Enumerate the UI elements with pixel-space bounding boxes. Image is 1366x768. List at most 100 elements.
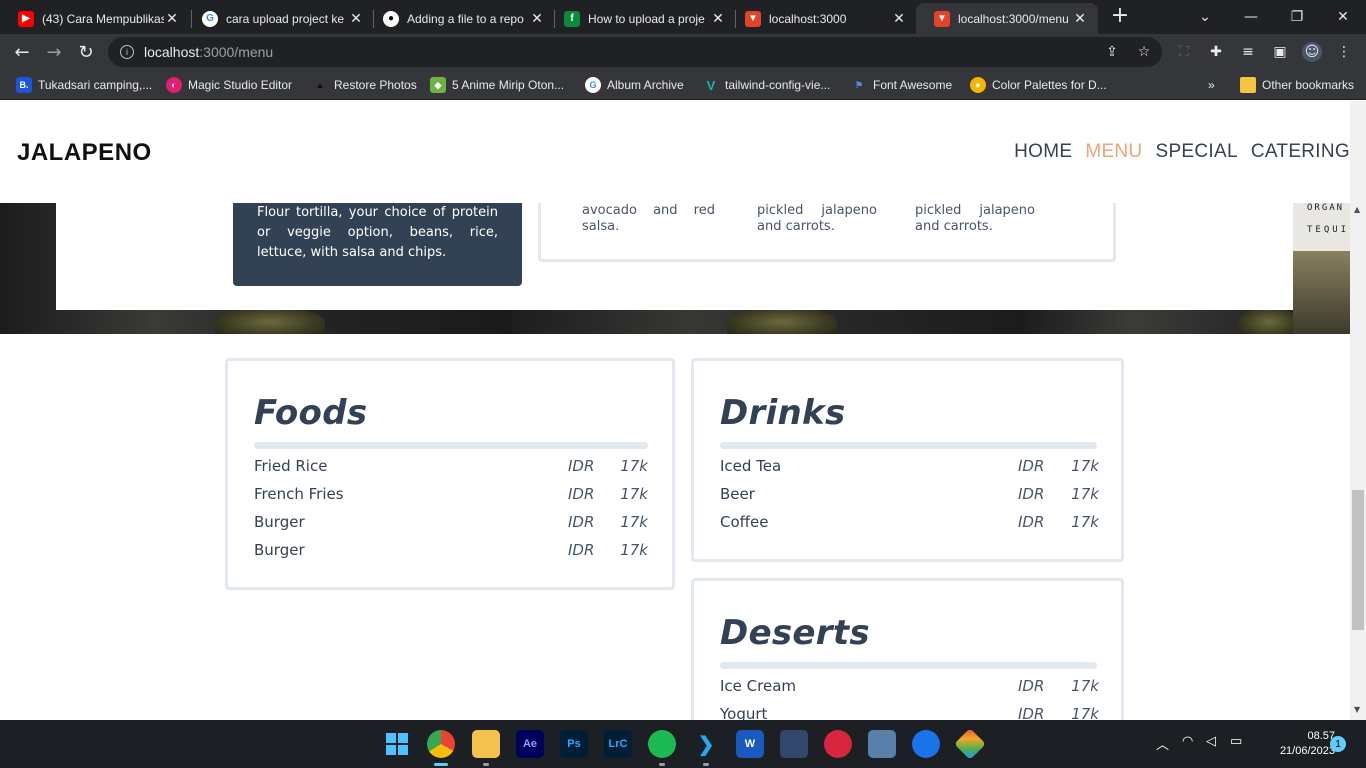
notification-badge[interactable]: 1 [1330, 736, 1346, 752]
browser-tab[interactable]: G cara upload project ke ✕ [184, 3, 374, 34]
browser-tab[interactable]: ● Adding a file to a repo ✕ [365, 3, 555, 34]
nav-link-menu[interactable]: MENU [1085, 141, 1142, 163]
bookmark-item[interactable]: V tailwind-config-vie... [703, 76, 831, 94]
gitlab-fox-icon: ▼ [745, 10, 761, 27]
close-window-button[interactable]: ✕ [1320, 0, 1366, 34]
page-viewport: ORGAN TEQUI Flour tortilla, your choice … [0, 101, 1350, 720]
site-info-icon[interactable]: i [120, 45, 134, 59]
address-bar[interactable]: i localhost:3000/menu [108, 37, 1162, 67]
menu-item-row: Iced Tea IDR 17k [720, 457, 1099, 479]
bookmark-item[interactable]: G Album Archive [585, 76, 684, 94]
menu-card-drinks: Drinks Iced Tea IDR 17k Beer IDR 17k Cof… [691, 358, 1124, 562]
bookmark-item[interactable]: ⚑ Font Awesome [851, 76, 952, 94]
chrome-menu-icon[interactable]: ⋮ [1334, 42, 1354, 62]
git-icon[interactable] [954, 728, 986, 760]
scrollbar-thumb[interactable] [1352, 490, 1364, 630]
folder-icon [1240, 77, 1256, 93]
browser-tab[interactable]: ▶ (43) Cara Mempublikasi ✕ [0, 3, 190, 34]
bookmark-label: Color Palettes for D... [992, 78, 1107, 92]
special-wrap-card: Flour tortilla, your choice of protein o… [233, 203, 522, 286]
bookmark-item[interactable]: ▲ Restore Photos [312, 76, 417, 94]
battery-icon[interactable]: ▭ [1230, 734, 1242, 749]
new-tab-button[interactable]: + [1108, 5, 1132, 29]
site-header: JALAPENO HOME MENU SPECIAL CATERING [0, 101, 1350, 203]
bookmark-label: Album Archive [607, 78, 684, 92]
chrome-icon[interactable] [427, 730, 455, 766]
nav-link-catering[interactable]: CATERING [1251, 141, 1350, 163]
menu-item-name: Ice Cream [720, 677, 797, 695]
side-panel-icon[interactable]: ▣ [1270, 42, 1290, 62]
special-combo-card: avocado and red salsa. pickled jalapeno … [538, 203, 1116, 262]
bookmark-label: Font Awesome [873, 78, 953, 92]
bookmark-star-icon[interactable]: ☆ [1134, 42, 1154, 62]
bookmark-label: 5 Anime Mirip Oton... [452, 78, 565, 92]
menu-item-name: Burger [254, 513, 305, 531]
after-effects-icon[interactable]: Ae [516, 730, 544, 758]
browser-tab[interactable]: ▼ localhost:3000 ✕ [727, 3, 917, 34]
browser-tab-bar: ▶ (43) Cara Mempublikasi ✕ G cara upload… [0, 0, 1366, 34]
back-arrow-icon[interactable]: ← [8, 38, 36, 66]
menu-item-price: 17k [620, 513, 648, 531]
red-circle-app-icon[interactable] [824, 730, 852, 758]
page-scrollbar[interactable]: ▲ ▼ [1350, 101, 1366, 720]
tab-title: (43) Cara Mempublikasi [42, 11, 164, 26]
wifi-icon[interactable]: ◠ [1182, 734, 1193, 749]
tab-search-icon[interactable]: ⌄ [1182, 0, 1228, 34]
browser-tab-active[interactable]: ▼ localhost:3000/menu ✕ [916, 3, 1098, 34]
tab-title: localhost:3000/menu [958, 11, 1069, 26]
bookmarks-bar: B. Tukadsari camping,... ◐ Magic Studio … [0, 70, 1366, 100]
share-icon[interactable]: ⇪ [1102, 42, 1122, 62]
volume-icon[interactable]: ◁ [1206, 734, 1216, 749]
scroll-down-icon[interactable]: ▼ [1354, 705, 1360, 714]
menu-item-row: Fried Rice IDR 17k [254, 457, 648, 479]
minimize-button[interactable]: — [1228, 0, 1274, 34]
menu-item-currency: IDR [568, 541, 595, 559]
extensions-puzzle-icon[interactable]: ✚ [1206, 42, 1226, 62]
bookmarks-overflow-button[interactable]: » [1208, 76, 1215, 94]
menu-item-row: Coffee IDR 17k [720, 513, 1099, 535]
site-logo[interactable]: JALAPENO [17, 139, 152, 167]
nav-link-special[interactable]: SPECIAL [1155, 141, 1237, 163]
flag-icon: ⚑ [854, 79, 864, 90]
windows-start-icon[interactable] [383, 730, 411, 758]
maps-pin-icon[interactable] [912, 730, 940, 758]
menu-item-price: 17k [620, 457, 648, 475]
close-tab-icon[interactable]: ✕ [891, 10, 907, 27]
taskbar-clock[interactable]: 08.57 21/06/2023 [1255, 729, 1335, 759]
vscode-icon[interactable]: ❯ [692, 730, 720, 766]
google-icon: G [202, 10, 218, 27]
spotify-icon[interactable] [648, 730, 676, 766]
restore-button[interactable]: ❐ [1274, 0, 1320, 34]
nav-link-home[interactable]: HOME [1014, 141, 1072, 163]
media-queue-icon[interactable]: ≡ [1238, 42, 1258, 62]
browser-tab[interactable]: f How to upload a proje ✕ [546, 3, 736, 34]
close-tab-icon[interactable]: ✕ [529, 10, 545, 27]
bookmark-item[interactable]: ● Color Palettes for D... [970, 76, 1107, 94]
bookmark-item[interactable]: ◐ Magic Studio Editor [166, 76, 292, 94]
forward-arrow-icon[interactable]: → [40, 38, 68, 66]
close-tab-icon[interactable]: ✕ [164, 10, 180, 27]
word-icon[interactable]: W [736, 730, 764, 758]
close-tab-icon[interactable]: ✕ [1072, 10, 1088, 27]
close-tab-icon[interactable]: ✕ [348, 10, 364, 27]
lightroom-classic-icon[interactable]: LrC [604, 730, 632, 758]
menu-item-name: Iced Tea [720, 457, 782, 475]
menu-item-name: Coffee [720, 513, 769, 531]
extension-screen-icon[interactable]: ⛶ [1174, 42, 1194, 62]
menu-item-price: 17k [1071, 513, 1099, 531]
game-icon[interactable] [780, 730, 808, 758]
close-tab-icon[interactable]: ✕ [710, 10, 726, 27]
anime-icon: ◈ [430, 77, 446, 93]
profile-avatar[interactable]: ☺ [1302, 42, 1322, 62]
bookmark-item[interactable]: B. Tukadsari camping,... [16, 76, 152, 94]
menu-item-price: 17k [1071, 705, 1099, 720]
photoshop-icon[interactable]: Ps [560, 730, 588, 758]
tray-overflow-icon[interactable]: ︿ [1156, 734, 1169, 753]
other-bookmarks[interactable]: Other bookmarks [1240, 76, 1354, 94]
reload-icon[interactable]: ↻ [72, 38, 100, 66]
scroll-up-icon[interactable]: ▲ [1354, 205, 1360, 214]
bookmark-item[interactable]: ◈ 5 Anime Mirip Oton... [430, 76, 564, 94]
chart-app-icon[interactable] [868, 730, 896, 758]
menu-item-row: Yogurt IDR 17k [720, 705, 1099, 720]
file-explorer-icon[interactable] [472, 730, 500, 766]
